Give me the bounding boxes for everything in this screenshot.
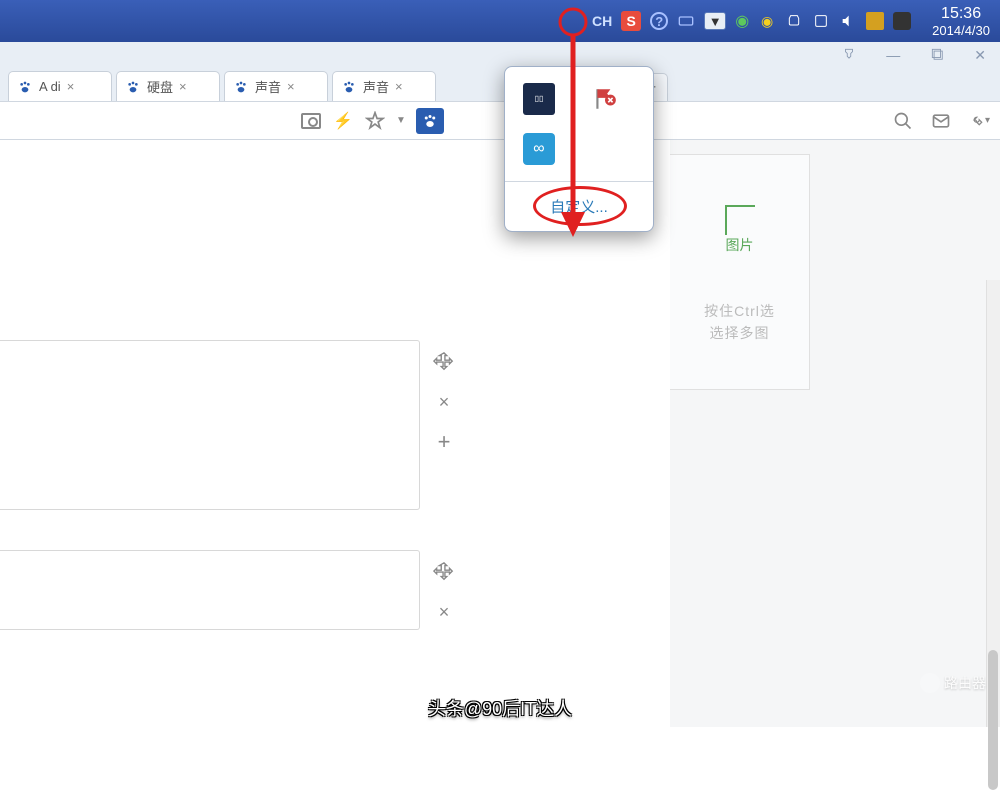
tray-dropdown-popup: ▯▯ ∞ 自定义... <box>504 66 654 232</box>
taskbar-clock[interactable]: 15:36 2014/4/30 <box>932 4 990 39</box>
customize-link[interactable]: 自定义... <box>505 181 653 231</box>
clock-time: 15:36 <box>932 4 990 23</box>
dolby-extension-icon[interactable]: ▯▯ <box>523 83 555 115</box>
tab-label: A di <box>39 79 61 94</box>
tab-close-button[interactable]: × <box>287 79 295 94</box>
notification-tray-icon[interactable]: ◉ <box>758 12 776 30</box>
scrollbar-thumb[interactable] <box>988 650 998 790</box>
list-item: × <box>0 550 420 630</box>
upload-hint-text: 按住Ctrl选 选择多图 <box>704 300 775 345</box>
broken-image-placeholder: 图片 <box>726 235 754 255</box>
keyboard-tray-icon[interactable] <box>677 12 695 30</box>
baidu-paw-icon <box>341 79 357 95</box>
browser-tab-bar: A di × 硬盘 × 声音 × 声音 × 声音 × + <box>0 68 1000 102</box>
tray-dropdown-button[interactable]: ▼ <box>704 12 726 30</box>
baidu-paw-icon <box>125 79 141 95</box>
add-item-button[interactable]: + <box>438 429 451 455</box>
tab-label: 声音 <box>363 77 389 96</box>
image-upload-dropzone[interactable]: 图片 按住Ctrl选 选择多图 <box>670 154 810 390</box>
browser-tab[interactable]: A di × <box>8 71 112 101</box>
system-taskbar: CH S ? ▼ ◉ ◉ 15:36 2014/4/30 <box>0 0 1000 42</box>
camera-icon[interactable] <box>300 110 322 132</box>
volume-tray-icon[interactable] <box>839 12 857 30</box>
window-close-button[interactable]: ✕ <box>974 47 986 64</box>
flag-extension-icon[interactable] <box>589 83 621 115</box>
baidu-paw-icon <box>17 79 33 95</box>
watermark-router: 路由器 <box>920 673 986 693</box>
tab-label: 硬盘 <box>147 77 173 96</box>
app-tray-icon-2[interactable] <box>893 12 911 30</box>
bolt-icon[interactable]: ⚡ <box>332 110 354 132</box>
remove-item-button[interactable]: × <box>439 602 450 623</box>
tab-label: 声音 <box>255 77 281 96</box>
browser-tab[interactable]: 声音 × <box>332 71 436 101</box>
move-handle-icon[interactable] <box>433 561 455 586</box>
system-tray: CH S ? ▼ ◉ ◉ 15:36 2014/4/30 <box>592 4 990 39</box>
watermark-author: 头条@90后IT达人 <box>428 695 572 721</box>
baidu-paw-icon <box>233 79 249 95</box>
upload-sidebar: 图片 按住Ctrl选 选择多图 <box>670 140 1000 727</box>
link-extension-icon[interactable]: ∞ <box>523 133 555 165</box>
favorite-star-icon[interactable] <box>364 110 386 132</box>
tab-close-button[interactable]: × <box>179 79 187 94</box>
move-handle-icon[interactable] <box>433 351 455 376</box>
tab-close-button[interactable]: × <box>67 79 75 94</box>
search-icon[interactable] <box>892 110 914 132</box>
maximize-button[interactable] <box>930 47 944 64</box>
power-tray-icon[interactable] <box>785 12 803 30</box>
toolbar-dropdown-icon[interactable]: ▼ <box>396 115 406 126</box>
clock-date: 2014/4/30 <box>932 23 990 39</box>
baidu-home-button[interactable] <box>416 108 444 134</box>
page-content: × + × 图片 按住Ctrl选 选择多图 <box>0 140 1000 727</box>
pin-icon[interactable] <box>842 47 856 64</box>
item-list: × + × <box>0 340 420 670</box>
browser-tab[interactable]: 硬盘 × <box>116 71 220 101</box>
ime-indicator[interactable]: CH <box>592 13 612 29</box>
browser-tab[interactable]: 声音 × <box>224 71 328 101</box>
app-tray-icon-1[interactable] <box>866 12 884 30</box>
list-item: × + <box>0 340 420 510</box>
mail-icon[interactable] <box>930 110 952 132</box>
annotation-highlight-ellipse <box>533 186 627 226</box>
shield-tray-icon[interactable]: ◉ <box>735 11 749 31</box>
remove-item-button[interactable]: × <box>439 392 450 413</box>
sogou-tray-icon[interactable]: S <box>621 11 641 31</box>
device-tray-icon[interactable] <box>812 12 830 30</box>
help-tray-icon[interactable]: ? <box>650 12 668 30</box>
scrollbar-track[interactable] <box>986 280 1000 727</box>
browser-toolbar: ⚡ ▼ ▾ <box>0 102 1000 140</box>
window-controls: — ✕ <box>0 42 1000 68</box>
tab-close-button[interactable]: × <box>395 79 403 94</box>
minimize-button[interactable]: — <box>886 47 900 63</box>
settings-wrench-icon[interactable]: ▾ <box>968 110 990 132</box>
